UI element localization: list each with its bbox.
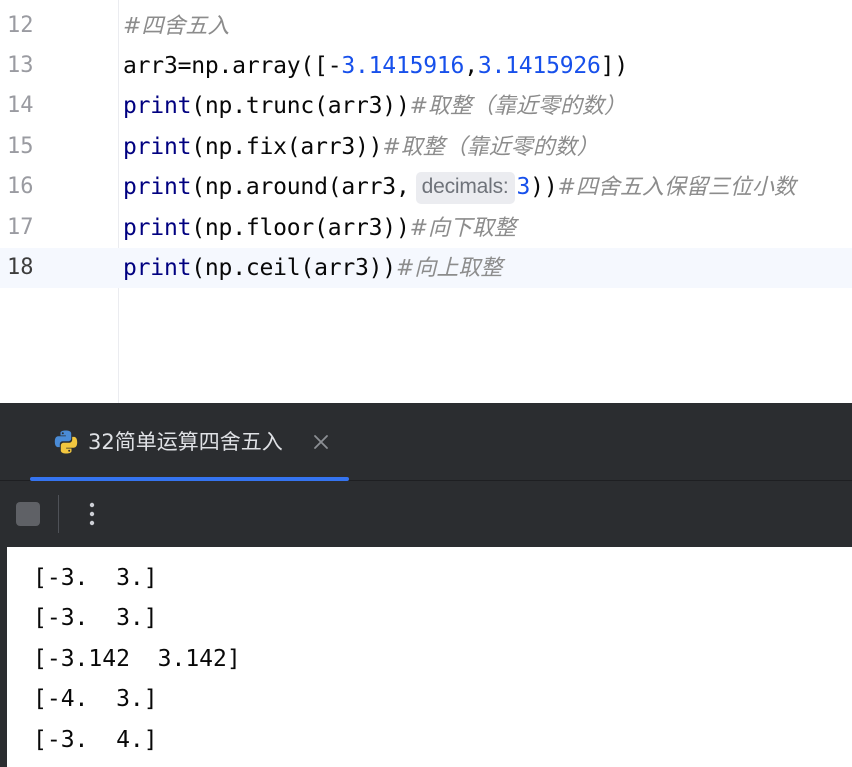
code-line-16[interactable]: 16 print(np.around(arr3, decimals: 3))#四舍五… [0,167,852,207]
code-line-18[interactable]: 18 print(np.ceil(arr3))#向上取整 [0,248,852,288]
line-number: 14 [7,93,34,118]
code-text[interactable]: print(np.around(arr3, decimals: 3))#四舍五入保留… [123,167,796,208]
code-token: ]) [600,53,628,79]
code-keyword: print [123,134,192,160]
code-keyword: print [123,215,192,241]
line-number: 15 [7,134,34,159]
code-comment: #向上取整 [395,256,503,281]
code-token: (np.fix(arr3)) [191,134,383,160]
code-token: )) [530,174,558,200]
code-comment: #向下取整 [409,216,517,241]
line-number: 12 [7,13,34,38]
code-keyword: print [123,93,192,119]
code-line-12[interactable]: 12 #四舍五入 [0,6,852,46]
code-number: 3 [516,174,531,200]
close-icon[interactable] [311,432,331,452]
line-number: 17 [7,215,34,240]
code-line-15[interactable]: 15 print(np.fix(arr3))#取整（靠近零的数） [0,127,852,167]
code-comment: #取整（靠近零的数） [382,135,599,160]
console-line: [-3. 4.] [33,727,158,753]
code-line-17[interactable]: 17 print(np.floor(arr3))#向下取整 [0,208,852,248]
run-toolbar [0,481,852,547]
code-comment: #四舍五入保留三位小数 [557,175,796,200]
stop-icon[interactable] [16,502,40,526]
code-number: 3.1415916 [341,53,465,79]
console-output[interactable]: [-3. 3.] [-3. 3.] [-3.142 3.142] [-4. 3.… [7,547,852,767]
code-line-13[interactable]: 13 arr3=np.array([-3.1415916,3.1415926]) [0,46,852,86]
line-number: 16 [7,174,34,199]
run-tab-label: 32简单运算四舍五入 [88,430,283,454]
console-line: [-3. 3.] [33,605,158,631]
run-tool-window: 32简单运算四舍五入 [-3. 3.] [-3. 3.] [-3.142 3.1… [0,403,852,767]
code-token: arr3=np.array([- [123,53,342,79]
code-text[interactable]: print(np.fix(arr3))#取整（靠近零的数） [123,127,599,168]
code-line-14[interactable]: 14 print(np.trunc(arr3))#取整（靠近零的数） [0,86,852,126]
console-line: [-3.142 3.142] [33,646,241,672]
parameter-hint: decimals: [415,172,515,204]
more-vertical-icon[interactable] [84,498,100,530]
code-number: 3.1415926 [477,53,601,79]
code-editor[interactable]: 12 #四舍五入 13 arr3=np.array([-3.1415916,3.… [0,0,852,403]
console-line: [-3. 3.] [33,565,158,591]
code-token: (np.floor(arr3)) [191,215,410,241]
code-text[interactable]: #四舍五入 [123,6,229,47]
code-keyword: print [123,255,192,281]
run-tab[interactable]: 32简单运算四舍五入 [30,403,349,481]
line-number: 13 [7,53,34,78]
python-icon [54,430,78,454]
code-text[interactable]: print(np.ceil(arr3))#向上取整 [123,248,502,289]
console-line: [-4. 3.] [33,686,158,712]
code-text[interactable]: print(np.trunc(arr3))#取整（靠近零的数） [123,86,626,127]
run-tab-bar: 32简单运算四舍五入 [0,403,852,481]
code-keyword: print [123,174,192,200]
code-text[interactable]: arr3=np.array([-3.1415916,3.1415926]) [123,46,628,86]
line-number: 18 [7,255,34,280]
code-token: , [464,53,478,79]
code-token: (np.trunc(arr3)) [191,93,410,119]
toolbar-separator [58,495,59,533]
code-text[interactable]: print(np.floor(arr3))#向下取整 [123,208,516,249]
code-comment: #取整（靠近零的数） [409,94,627,119]
code-token: (np.around(arr3, [191,174,410,200]
code-comment: #四舍五入 [123,14,230,39]
code-token: (np.ceil(arr3)) [191,255,396,281]
